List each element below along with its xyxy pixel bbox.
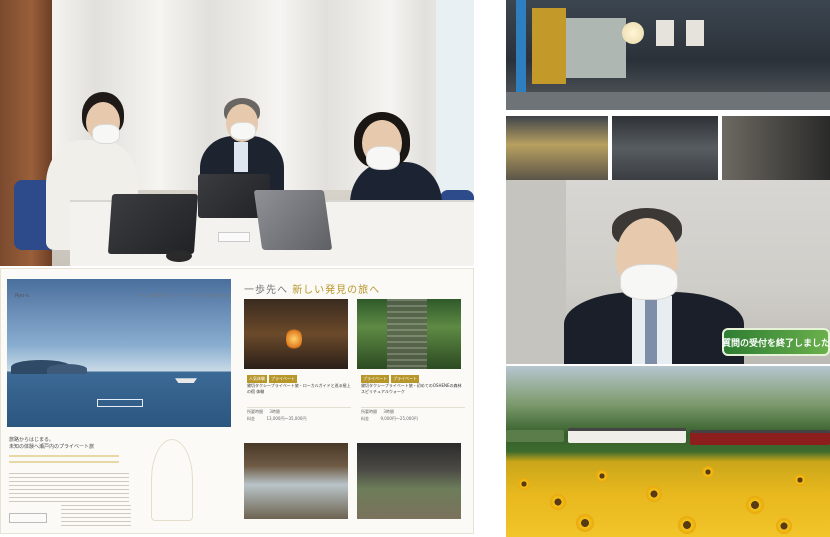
tour-website-screenshot: Ryo-s ホーム 体験一覧 ストーリー アクセス お問い合わせ 旅路からはじま… [0,268,474,534]
speaker-video: 質問の受付を終了しました [506,180,830,364]
laptop-left [107,194,199,254]
site-link-box[interactable] [9,513,47,523]
lighthouse-illustration [151,439,193,521]
site-nav[interactable]: ホーム 体験一覧 ストーリー アクセス お問い合わせ [137,293,230,299]
card-text-1[interactable]: 人気体験 プライベート 貸切タクシープライベート旅・ローカルガイドと巡る極上の宿 … [247,375,351,395]
laptop-right [253,190,333,250]
lobby-thumb-2 [612,116,718,180]
lobby-photo [506,0,830,110]
site-logo[interactable]: Ryo-s [15,293,29,299]
gate-photo-2[interactable] [357,443,461,519]
card-meta-1: 所要時間 3時間 料金 13,000円〜35,000円 [247,407,351,422]
card-photo-2[interactable] [357,299,461,369]
site-intro-heading: 旅路からはじまる。 未知の体験へ瀬戸内のプライベート旅 [9,437,95,450]
card-meta-2: 所要時間 3時間 料金 9,000円〜25,000円 [361,407,465,422]
lobby-thumb-1 [506,116,608,180]
section-heading: 一歩先へ 新しい発見の旅へ [244,285,381,296]
site-hero-image: Ryo-s ホーム 体験一覧 ストーリー アクセス お問い合わせ [7,279,231,427]
gate-photo-1[interactable] [244,443,348,519]
train-white-car [568,428,686,443]
site-intro-paragraph [9,473,129,503]
card-photo-1[interactable] [244,299,348,369]
mouse [166,250,192,262]
questions-closed-banner: 質問の受付を終了しました [722,328,830,356]
lobby-thumb-3 [722,116,830,180]
train-red-car [690,430,830,445]
card-text-2[interactable]: プライベート プライベート 貸切タクシープライベート旅・初めてのOSHENEの森林… [361,375,465,395]
sunflower-train-photo [506,366,830,537]
boat [175,378,197,383]
meeting-room-photo [0,0,474,266]
